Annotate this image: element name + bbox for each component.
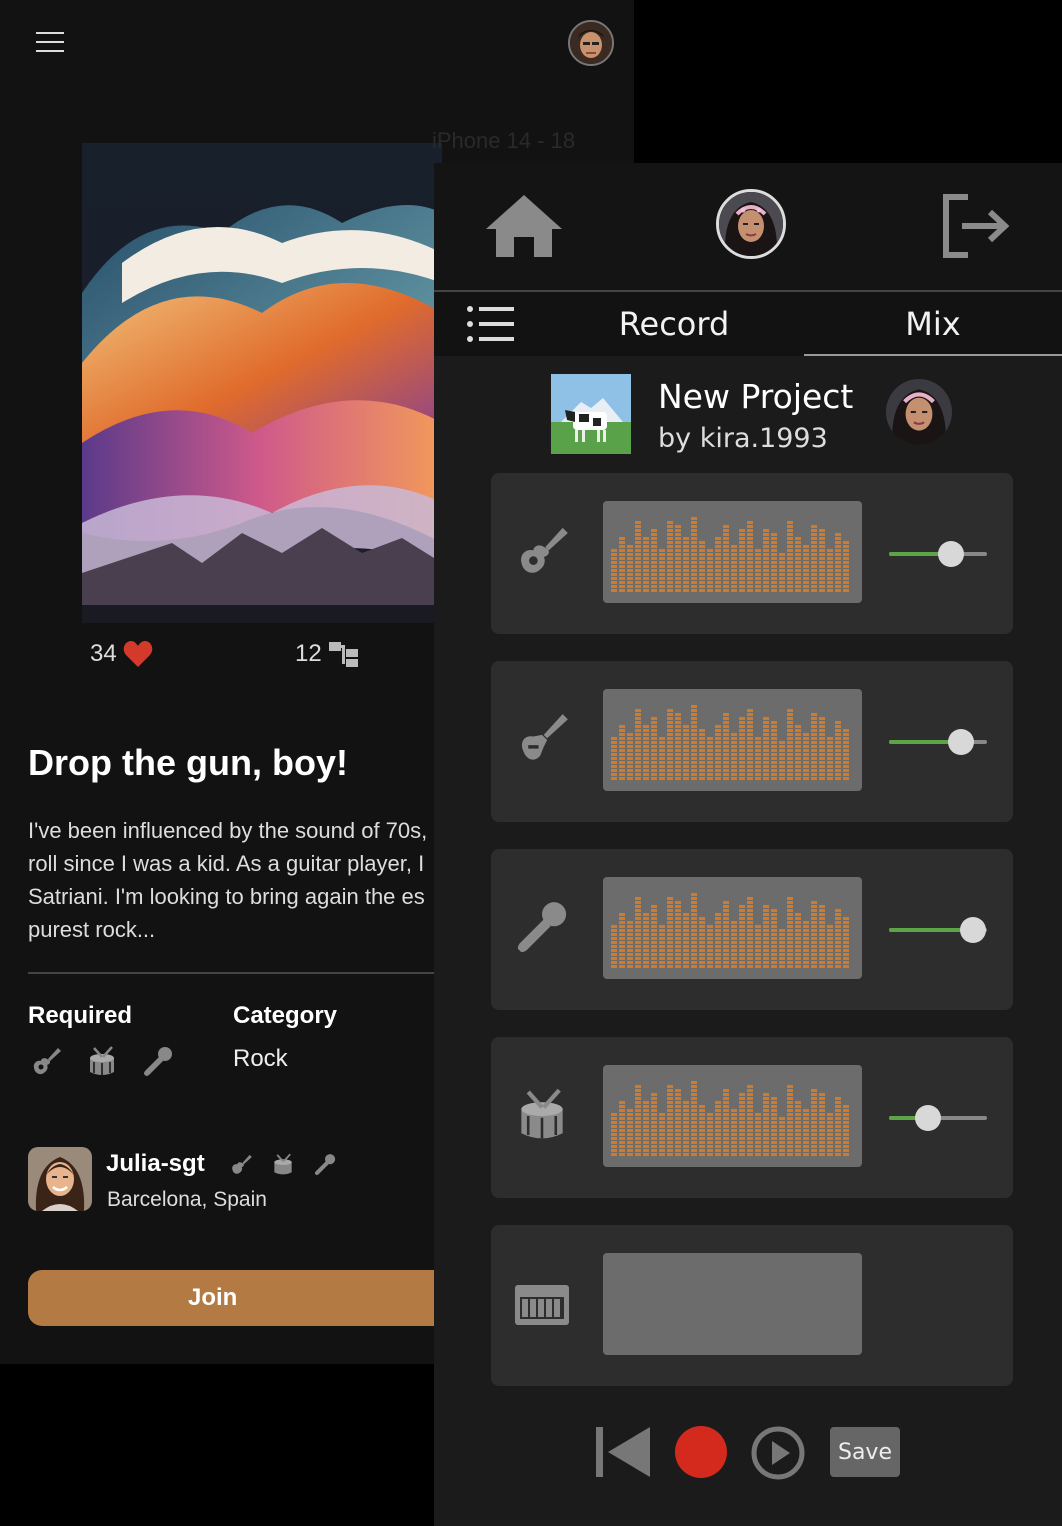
track-row[interactable] xyxy=(491,473,1013,634)
tab-bar: Record Mix xyxy=(434,292,1062,356)
microphone-icon xyxy=(517,902,567,953)
project-author[interactable]: by kira.1993 xyxy=(658,423,828,454)
song-title: Drop the gun, boy! xyxy=(28,742,348,783)
description-line: Satriani. I'm looking to bring again the… xyxy=(28,884,425,909)
list-icon[interactable] xyxy=(466,304,516,344)
join-button[interactable]: Join xyxy=(28,1270,448,1326)
microphone-icon xyxy=(144,1047,172,1076)
heart-icon xyxy=(123,641,152,667)
category-value: Rock xyxy=(233,1045,288,1072)
logout-icon[interactable] xyxy=(940,193,1012,259)
waveform[interactable] xyxy=(603,689,862,791)
tab-record[interactable]: Record xyxy=(544,292,804,356)
waveform[interactable] xyxy=(603,877,862,979)
description-line: I've been influenced by the sound of 70s… xyxy=(28,818,428,843)
song-artwork xyxy=(82,143,442,623)
profile-avatar[interactable] xyxy=(716,189,786,259)
project-screen: Record Mix New Project by kira.1993 Save xyxy=(434,163,1062,1526)
project-title: New Project xyxy=(658,377,854,416)
microphone-icon xyxy=(314,1154,336,1176)
empty-waveform[interactable] xyxy=(603,1253,862,1355)
owner-instruments xyxy=(228,1152,338,1178)
frame-label: iPhone 14 - 18 xyxy=(432,128,576,153)
project-cover xyxy=(551,374,631,454)
track-row[interactable] xyxy=(491,1225,1013,1386)
acoustic-guitar-icon xyxy=(521,527,568,573)
description-line: purest rock... xyxy=(28,917,156,942)
hamburger-menu-icon[interactable] xyxy=(36,32,64,52)
user-avatar[interactable] xyxy=(568,20,614,66)
track-row[interactable] xyxy=(491,1037,1013,1198)
home-icon[interactable] xyxy=(484,193,564,259)
volume-slider[interactable] xyxy=(889,540,987,568)
owner-name[interactable]: Julia-sgt xyxy=(106,1150,205,1178)
play-button[interactable] xyxy=(750,1425,806,1481)
track-row[interactable] xyxy=(491,849,1013,1010)
forks-count-label: 12 xyxy=(295,640,322,667)
required-instruments xyxy=(28,1044,176,1080)
skip-back-icon[interactable] xyxy=(594,1425,654,1479)
drum-icon xyxy=(274,1153,292,1175)
owner-avatar[interactable] xyxy=(28,1147,92,1211)
fork-tree-icon xyxy=(328,642,358,667)
drum-icon xyxy=(521,1088,563,1139)
author-avatar[interactable] xyxy=(886,379,952,445)
keyboard-icon xyxy=(515,1285,569,1325)
record-button[interactable] xyxy=(674,1425,728,1479)
electric-guitar-icon xyxy=(521,714,568,760)
top-bar xyxy=(434,163,1062,292)
volume-slider[interactable] xyxy=(889,728,987,756)
guitar-icon xyxy=(232,1154,252,1174)
song-description: I've been influenced by the sound of 70s… xyxy=(28,814,432,946)
volume-slider[interactable] xyxy=(889,1104,987,1132)
description-line: roll since I was a kid. As a guitar play… xyxy=(28,851,425,876)
divider xyxy=(28,972,434,974)
forks-count[interactable]: 12 xyxy=(295,640,360,668)
likes-count-label: 34 xyxy=(90,640,117,667)
guitar-icon xyxy=(33,1048,61,1075)
tab-mix[interactable]: Mix xyxy=(804,292,1062,356)
volume-slider[interactable] xyxy=(889,916,987,944)
drum-icon xyxy=(90,1046,114,1075)
track-row[interactable] xyxy=(491,661,1013,822)
save-button[interactable]: Save xyxy=(830,1427,900,1477)
waveform[interactable] xyxy=(603,501,862,603)
required-label: Required xyxy=(28,1002,133,1029)
waveform[interactable] xyxy=(603,1065,862,1167)
category-label: Category xyxy=(233,1002,338,1029)
owner-location: Barcelona, Spain xyxy=(107,1188,267,1211)
likes-count[interactable]: 34 xyxy=(90,640,153,668)
